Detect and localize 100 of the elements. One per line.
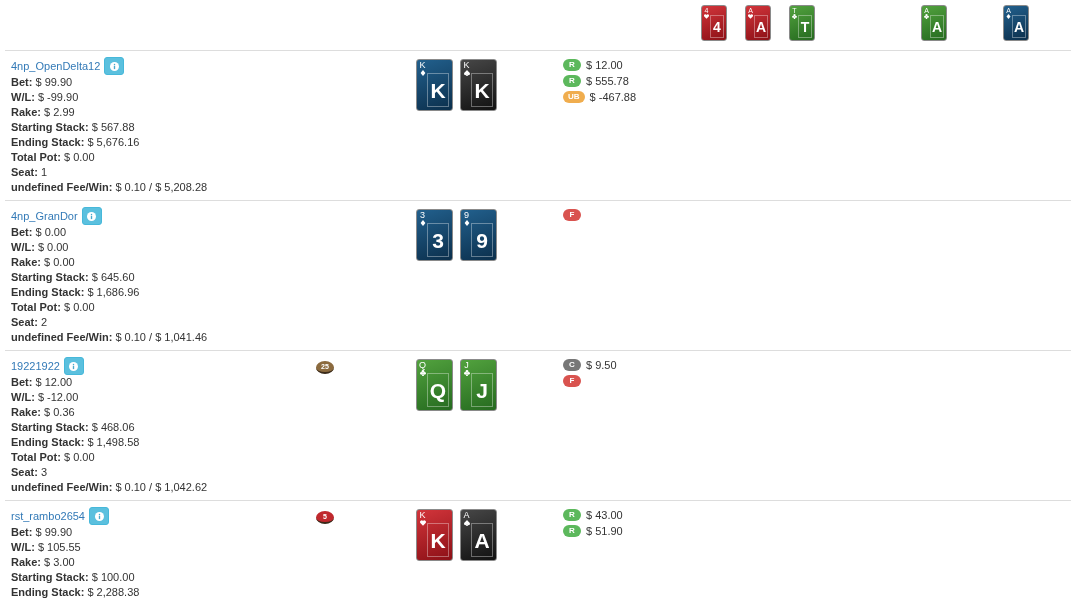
stat-value: 3 (40, 466, 48, 478)
stat-label: W/L: (11, 541, 35, 553)
stat-label: Starting Stack: (11, 121, 89, 133)
stat-label: W/L: (11, 241, 35, 253)
card-corner-rank: 9 (463, 211, 470, 220)
stat-value: $ 2.99 (44, 106, 75, 118)
stat-label: undefined Fee/Win: (11, 331, 113, 343)
player-name-link[interactable]: 19221922 (11, 360, 60, 372)
stat-label: Bet: (11, 226, 33, 238)
stat-value: $ 468.06 (91, 421, 135, 433)
stat-label: Rake: (11, 256, 41, 268)
stat-value: $ 0.00 (63, 451, 95, 463)
stat-label: Rake: (11, 406, 41, 418)
stat-label: Rake: (11, 556, 41, 568)
stat-value: $ 0.00 (37, 241, 69, 253)
stat-label: Starting Stack: (11, 421, 89, 433)
spade-icon (463, 520, 470, 526)
diamond-icon (419, 70, 426, 76)
action-amount: $ 9.50 (586, 359, 617, 371)
stat-label: Seat: (11, 466, 38, 478)
stat-label: Rake: (11, 106, 41, 118)
stat-label: Ending Stack: (11, 586, 85, 598)
stat-value: $ 0.00 (44, 256, 75, 268)
action-amount: $ 555.78 (586, 75, 629, 87)
player-name-link[interactable]: rst_rambo2654 (11, 510, 85, 522)
card-rank: J (471, 373, 493, 407)
action-badge: F (563, 209, 581, 221)
card-rank: A (1012, 15, 1026, 38)
info-button[interactable] (63, 357, 84, 375)
action-badge: F (563, 375, 581, 387)
diamond-icon (419, 220, 426, 226)
diamond-icon (463, 220, 470, 226)
action-amount: $ 12.00 (586, 59, 623, 71)
heart-icon (419, 520, 426, 526)
diamond-icon (1006, 14, 1011, 19)
stat-label: Total Pot: (11, 301, 61, 313)
card-rank: A (930, 15, 944, 38)
card-corner-rank: J (463, 361, 470, 370)
stat-label: W/L: (11, 91, 35, 103)
action-badge: C (563, 359, 581, 371)
club-icon (924, 14, 929, 19)
stat-value: $ 0.10 / $ 1,041.46 (115, 331, 208, 343)
info-button[interactable] (104, 57, 125, 75)
card-rank: K (427, 73, 449, 107)
card-rank: K (427, 523, 449, 557)
stat-value: $ -99.90 (37, 91, 79, 103)
stat-value: $ 100.00 (91, 571, 135, 583)
stat-label: Total Pot: (11, 451, 61, 463)
action-badge: R (563, 525, 581, 537)
stat-label: Ending Stack: (11, 136, 85, 148)
stat-label: W/L: (11, 391, 35, 403)
info-icon (109, 61, 119, 71)
info-icon (94, 511, 104, 521)
stat-value: $ 567.88 (91, 121, 135, 133)
stat-value: $ 99.90 (35, 76, 73, 88)
card-corner-rank: K (462, 61, 471, 70)
stat-label: Ending Stack: (11, 286, 85, 298)
stat-value: $ 1,498.58 (87, 436, 140, 448)
stat-value: $ 0.10 / $ 5,208.28 (115, 181, 208, 193)
heart-icon (704, 14, 709, 19)
info-icon (69, 361, 79, 371)
info-icon (87, 211, 97, 221)
action-badge: R (563, 59, 581, 71)
stat-label: Starting Stack: (11, 271, 89, 283)
stat-label: undefined Fee/Win: (11, 181, 113, 193)
card-rank: 4 (710, 15, 724, 38)
action-amount: $ 43.00 (586, 509, 623, 521)
action-badge: R (563, 75, 581, 87)
stat-label: Bet: (11, 526, 33, 538)
stat-label: Bet: (11, 76, 33, 88)
club-icon (419, 370, 426, 376)
club-icon (792, 14, 797, 19)
info-button[interactable] (81, 207, 102, 225)
player-name-link[interactable]: 4np_GranDor (11, 210, 78, 222)
card-rank: 9 (471, 223, 493, 257)
card-rank: A (754, 15, 768, 38)
card-corner-rank: K (418, 61, 427, 70)
action-amount: $ -467.88 (589, 91, 637, 103)
stat-value: $ 3.00 (44, 556, 75, 568)
card-rank: 3 (427, 223, 449, 257)
spade-icon (463, 70, 470, 76)
stat-value: $ 99.90 (35, 526, 73, 538)
player-name-link[interactable]: 4np_OpenDelta12 (11, 60, 101, 72)
heart-icon (748, 14, 753, 19)
stat-value: $ 105.55 (37, 541, 81, 553)
stat-label: Seat: (11, 166, 38, 178)
stat-value: 1 (40, 166, 48, 178)
stat-value: $ 12.00 (35, 376, 73, 388)
stat-value: $ 1,686.96 (87, 286, 140, 298)
card-rank: T (798, 15, 812, 38)
stat-value: $ 0.36 (44, 406, 75, 418)
stat-label: Starting Stack: (11, 571, 89, 583)
stat-value: $ 0.00 (63, 151, 95, 163)
action-badge: R (563, 509, 581, 521)
card-rank: K (471, 73, 493, 107)
info-button[interactable] (89, 507, 109, 525)
stat-value: $ 0.00 (63, 301, 95, 313)
stat-label: Ending Stack: (11, 436, 85, 448)
card-corner-rank: 3 (419, 211, 426, 220)
card-corner-rank: Q (418, 361, 427, 370)
